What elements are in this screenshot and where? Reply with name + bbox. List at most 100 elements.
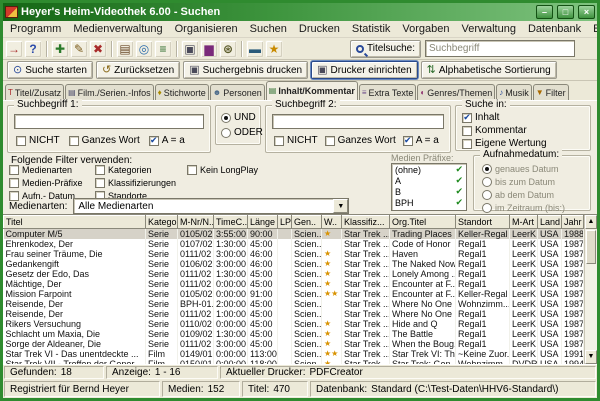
table-cell[interactable]: Regal1 [456,239,510,249]
table-cell[interactable]: 45:00 [248,269,278,279]
checkbox-nicht[interactable]: NICHT [274,135,318,146]
table-row[interactable]: GedankengiftSerie0106/023:00:0046:00Scie… [4,259,584,269]
table-row[interactable]: Mission FarpointSerie0105/020:00:0091:00… [4,289,584,299]
table-cell[interactable]: 118:00 [248,359,278,364]
table-cell[interactable]: 1987 [562,279,584,289]
suchbegriff2-input[interactable] [272,114,444,129]
radio-im-zeitraum-bis[interactable]: im Zeitraum (bis:) [482,203,565,213]
close-button[interactable]: × [578,5,595,19]
table-cell[interactable]: Reisende, Der [4,299,146,309]
table-cell[interactable]: ★ [322,329,342,339]
table-cell[interactable]: Star Trek ... [342,309,390,319]
table-cell[interactable]: 0111/02 [178,339,214,349]
table-cell[interactable]: Scien... [292,279,322,289]
table-cell[interactable]: ★ [322,229,342,240]
table-cell[interactable]: LeerK [510,269,538,279]
table-cell[interactable]: 45:00 [248,279,278,289]
column-header-kategorie[interactable]: Kategorie [146,216,178,229]
table-cell[interactable] [278,349,292,359]
table-cell[interactable]: Serie [146,329,178,339]
table-cell[interactable]: Star Trek ... [342,349,390,359]
table-cell[interactable]: 45:00 [248,319,278,329]
table-cell[interactable]: 0106/02 [178,259,214,269]
column-header-gen[interactable]: Gen.. [292,216,322,229]
column-header-standort[interactable]: Standort [456,216,510,229]
table-cell[interactable]: DVDR [510,359,538,364]
table-cell[interactable]: Scien... [292,249,322,259]
help-icon[interactable]: ? [24,40,42,58]
table-cell[interactable]: Serie [146,279,178,289]
table-cell[interactable]: Trading Places [390,229,456,240]
menu-item-verwaltung[interactable]: Verwaltung [456,22,522,36]
drucker-einrichten-button[interactable]: ▣Drucker einrichten [311,61,418,79]
list-icon[interactable]: ≡ [154,40,172,58]
table-cell[interactable]: 45:00 [248,239,278,249]
table-cell[interactable]: 1987 [562,249,584,259]
checkbox-ganzes-wort[interactable]: Ganzes Wort [69,135,140,146]
table-row[interactable]: Gesetz der Edo, DasSerie0111/021:30:0045… [4,269,584,279]
table-cell[interactable]: Regal1 [456,339,510,349]
table-cell[interactable]: 0:00:00 [214,319,248,329]
table-cell[interactable]: 0109/02 [178,329,214,339]
table-cell[interactable]: Star Trek ... [342,229,390,240]
table-cell[interactable]: Star Trek ... [342,239,390,249]
column-header-lp[interactable]: LP [278,216,292,229]
table-cell[interactable]: 1:30:00 [214,269,248,279]
table-cell[interactable]: Regal1 [456,259,510,269]
checkbox-kommentar[interactable]: Kommentar [462,125,547,136]
table-cell[interactable]: When the Boug... [390,339,456,349]
scrollbar-thumb[interactable] [586,230,596,264]
minimize-button[interactable]: – [536,5,553,19]
table-cell[interactable] [278,329,292,339]
videos-icon[interactable]: ▤ [116,40,134,58]
radio-ab-dem-datum[interactable]: ab dem Datum [482,190,565,200]
checkbox-a-a[interactable]: ✔A = a [149,135,185,146]
chevron-down-icon[interactable]: ▼ [333,199,348,213]
menu-item-extras[interactable]: Extras [587,22,600,36]
table-cell[interactable]: USA [538,319,562,329]
table-cell[interactable]: Hide and Q [390,319,456,329]
table-cell[interactable]: 1:30:00 [214,239,248,249]
table-cell[interactable]: Regal1 [456,279,510,289]
table-cell[interactable]: LeerK [510,339,538,349]
table-cell[interactable] [278,239,292,249]
table-cell[interactable]: The Naked Now [390,259,456,269]
table-cell[interactable]: Star Trek VI - Das unentdeckte ... [4,349,146,359]
menu-item-organisieren[interactable]: Organisieren [169,22,244,36]
checkbox-a-a[interactable]: ✔A = a [403,135,439,146]
tab-titel-zusatz[interactable]: TTitel/Zusatz [5,84,64,100]
table-cell[interactable]: 1987 [562,339,584,349]
table-cell[interactable]: ★ [322,279,342,289]
praefix-item-bph[interactable]: BPH✔ [392,197,466,208]
table-cell[interactable]: Star Trek ... [342,279,390,289]
table-cell[interactable]: 1987 [562,259,584,269]
table-cell[interactable]: Serie [146,309,178,319]
table-cell[interactable]: Regal1 [456,309,510,319]
table-cell[interactable]: USA [538,239,562,249]
suchbegriff1-input[interactable] [14,114,204,129]
table-cell[interactable]: 1987 [562,319,584,329]
table-cell[interactable] [278,229,292,240]
table-cell[interactable]: ★ [322,319,342,329]
menu-item-medienverwaltung[interactable]: Medienverwaltung [67,22,168,36]
table-cell[interactable]: Serie [146,229,178,240]
table-cell[interactable]: 3:55:00 [214,229,248,240]
table-cell[interactable]: The Battle [390,329,456,339]
table-cell[interactable]: BPH-01... [178,299,214,309]
table-cell[interactable]: LeerK [510,349,538,359]
table-cell[interactable]: 45:00 [248,309,278,319]
table-cell[interactable]: 0:00:00 [214,279,248,289]
table-cell[interactable]: Ehrenkodex, Der [4,239,146,249]
table-row[interactable]: Sorge der Aldeaner, DieSerie0111/023:00:… [4,339,584,349]
table-cell[interactable]: Star Trek ... [342,319,390,329]
table-cell[interactable]: Scien... [292,259,322,269]
tab-personen[interactable]: ☻Personen [210,84,265,100]
table-cell[interactable]: LeerK [510,289,538,299]
table-cell[interactable]: ★ [322,359,342,364]
table-cell[interactable]: Gesetz der Edo, Das [4,269,146,279]
radio-und[interactable]: UND [221,112,263,123]
table-cell[interactable]: Serie [146,239,178,249]
tab-film-serien-infos[interactable]: ▤Film./Serien.-Infos [65,84,154,100]
table-cell[interactable]: Keller-Regal [456,229,510,240]
table-cell[interactable]: Scien... [292,339,322,349]
